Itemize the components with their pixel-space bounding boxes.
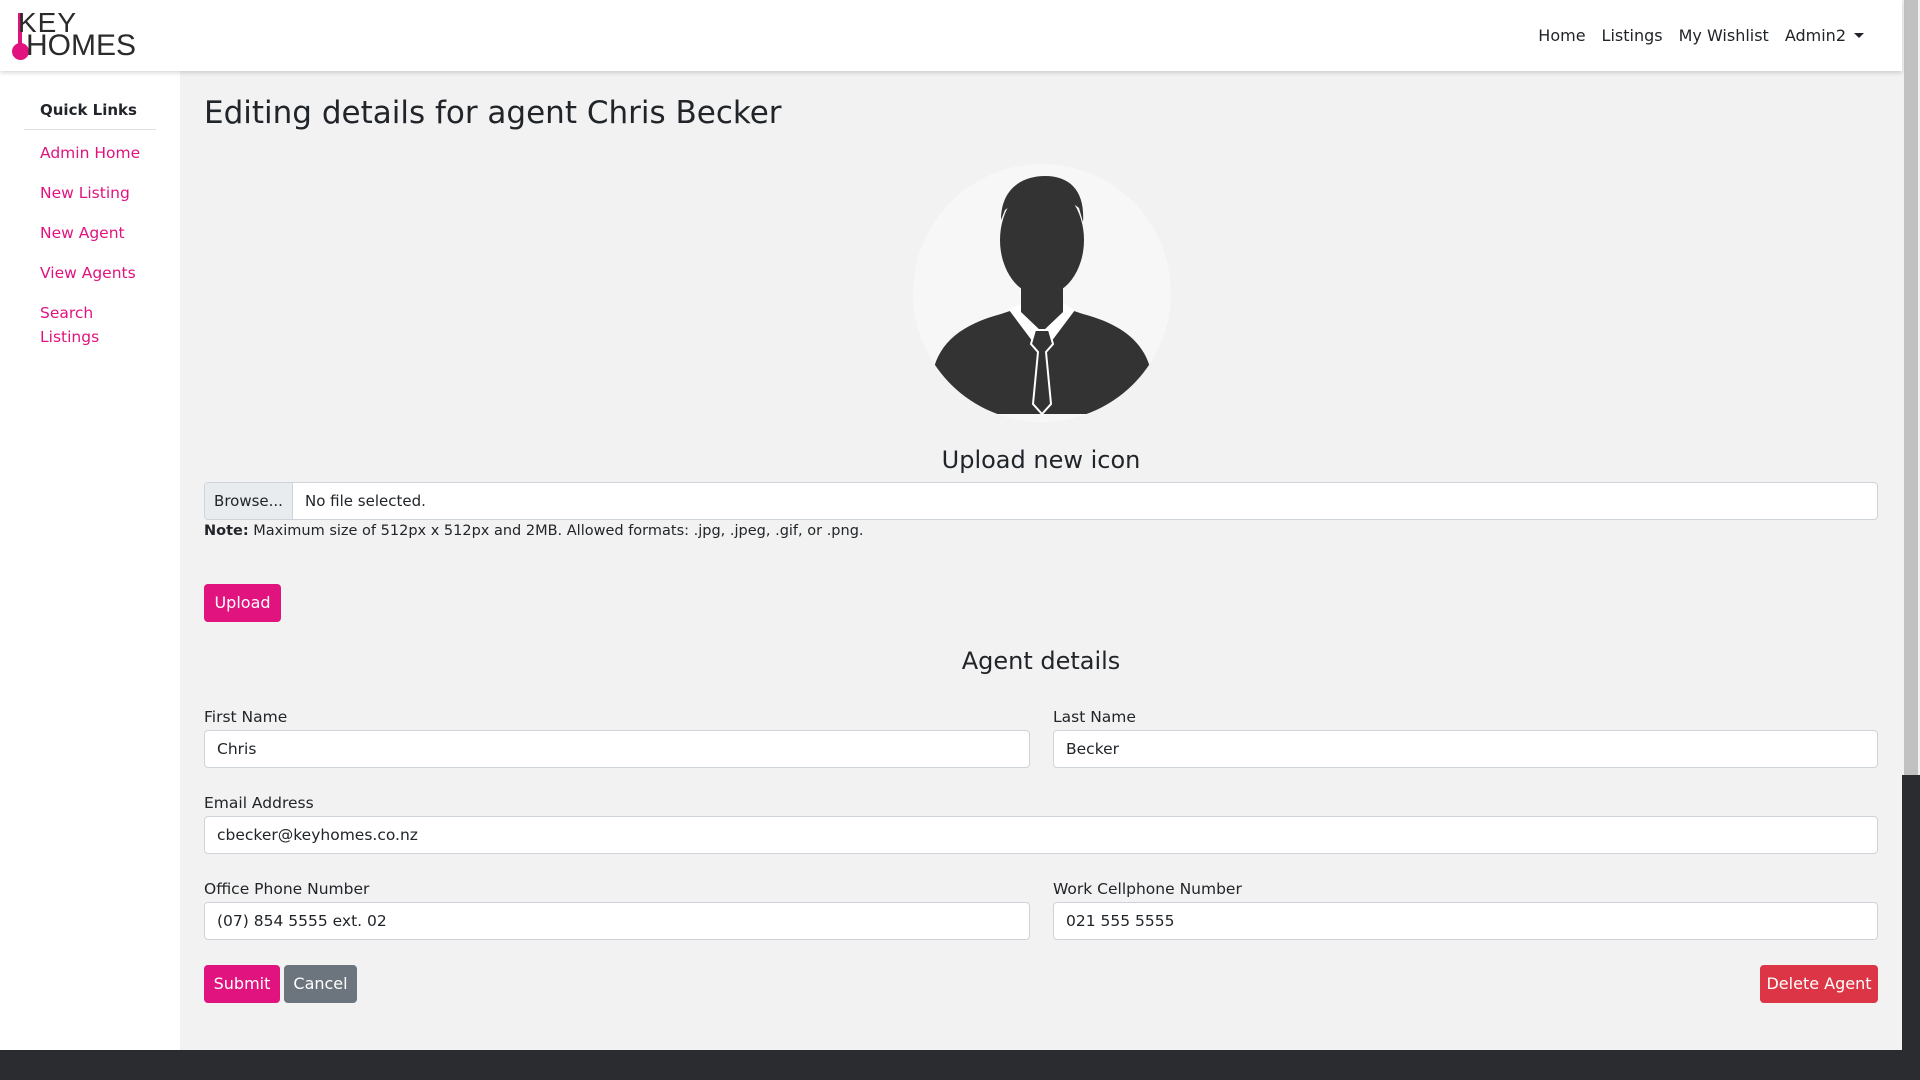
footer-bar	[0, 1050, 1902, 1080]
user-menu[interactable]: Admin2	[1785, 22, 1864, 50]
sidebar-link-new-listing[interactable]: New Listing	[40, 181, 150, 205]
page-scrollbar[interactable]	[1902, 0, 1920, 1080]
caret-down-icon	[1854, 33, 1864, 38]
first-name-label: First Name	[204, 708, 288, 726]
nav-listings[interactable]: Listings	[1602, 22, 1663, 50]
sidebar-link-search-listings[interactable]: Search Listings	[40, 301, 150, 349]
upload-heading: Upload new icon	[941, 446, 1141, 474]
sidebar-link-admin-home[interactable]: Admin Home	[40, 141, 150, 165]
browse-button[interactable]: Browse...	[205, 483, 293, 519]
agent-avatar	[913, 164, 1171, 422]
last-name-field[interactable]: Becker	[1053, 730, 1878, 768]
sidebar-link-new-agent[interactable]: New Agent	[40, 221, 150, 245]
cellphone-label: Work Cellphone Number	[1053, 880, 1242, 898]
user-menu-label: Admin2	[1784, 26, 1846, 45]
email-field[interactable]: cbecker@keyhomes.co.nz	[204, 816, 1878, 854]
sidebar: Quick Links Admin Home New Listing New A…	[0, 71, 180, 1050]
agent-details-heading: Agent details	[961, 647, 1121, 675]
nav-links: Home Listings My Wishlist Admin2	[1522, 22, 1864, 50]
note-text: Maximum size of 512px x 512px and 2MB. A…	[248, 523, 864, 539]
office-phone-field[interactable]: (07) 854 5555 ext. 02	[204, 902, 1030, 940]
sidebar-divider	[24, 129, 156, 130]
person-silhouette-icon	[931, 176, 1153, 416]
cancel-button[interactable]: Cancel	[284, 965, 357, 1003]
upload-note: Note: Maximum size of 512px x 512px and …	[204, 523, 864, 539]
nav-home[interactable]: Home	[1538, 22, 1585, 50]
file-status-text: No file selected.	[305, 492, 426, 510]
logo-text-homes: HOMES	[26, 29, 137, 62]
upload-button[interactable]: Upload	[204, 584, 281, 622]
cellphone-field[interactable]: 021 555 5555	[1053, 902, 1878, 940]
note-label: Note:	[204, 523, 249, 539]
email-label: Email Address	[204, 794, 314, 812]
page-title: Editing details for agent Chris Becker	[204, 95, 782, 131]
icon-file-input[interactable]: Browse... No file selected.	[204, 482, 1878, 520]
top-navbar: KEY HOMES Home Listings My Wishlist Admi…	[0, 0, 1902, 71]
first-name-field[interactable]: Chris	[204, 730, 1030, 768]
office-phone-label: Office Phone Number	[204, 880, 370, 898]
scrollbar-thumb[interactable]	[1904, 0, 1918, 775]
last-name-label: Last Name	[1053, 708, 1136, 726]
keyhomes-logo[interactable]: KEY HOMES	[12, 9, 142, 62]
scrollbar-track-lower	[1902, 775, 1920, 1080]
submit-button[interactable]: Submit	[204, 965, 280, 1003]
nav-my-wishlist[interactable]: My Wishlist	[1679, 22, 1769, 50]
delete-agent-button[interactable]: Delete Agent	[1760, 965, 1878, 1003]
main-content: Editing details for agent Chris Becker U…	[180, 71, 1902, 1050]
sidebar-link-view-agents[interactable]: View Agents	[40, 261, 150, 285]
sidebar-heading: Quick Links	[40, 101, 137, 119]
